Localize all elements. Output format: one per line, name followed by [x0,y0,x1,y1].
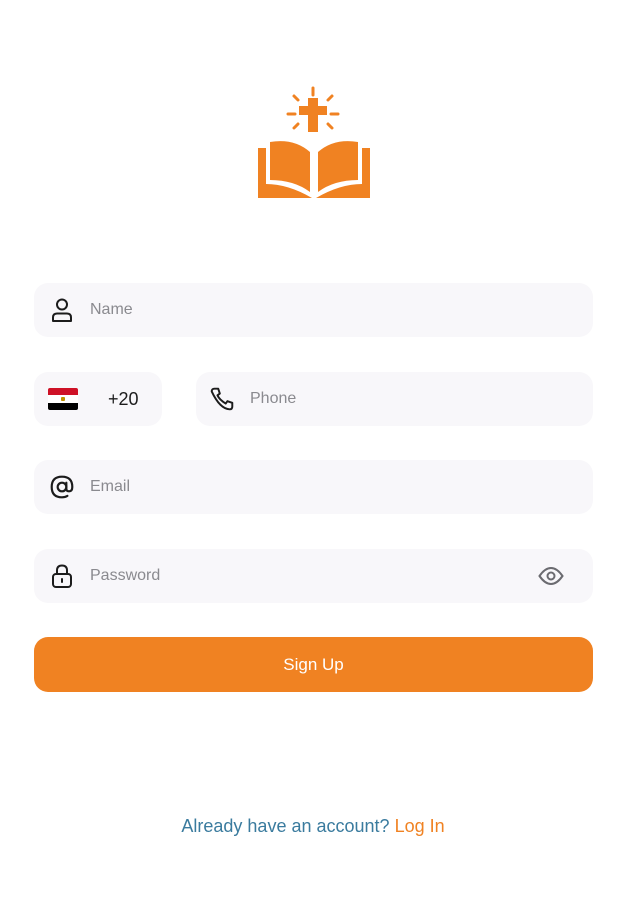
email-field[interactable] [34,460,593,514]
lock-icon [48,562,76,590]
phone-field[interactable] [196,372,593,426]
app-logo [254,86,374,204]
password-field[interactable] [34,549,593,603]
password-input[interactable] [90,549,537,603]
at-icon [48,473,76,501]
country-code-selector[interactable]: +20 [34,372,162,426]
user-icon [48,296,76,324]
login-prompt-text: Already have an account? [181,816,390,836]
bible-cross-icon [258,86,370,198]
name-field[interactable] [34,283,593,337]
log-in-link[interactable]: Log In [395,816,445,836]
login-prompt: Already have an account? Log In [0,816,626,837]
sign-up-button[interactable]: Sign Up [34,637,593,692]
phone-input[interactable] [250,372,593,426]
phone-icon [208,385,236,413]
country-code: +20 [108,388,139,409]
name-input[interactable] [90,283,593,337]
egypt-flag-icon [48,388,78,410]
eye-icon[interactable] [537,562,565,590]
email-input[interactable] [90,460,593,514]
